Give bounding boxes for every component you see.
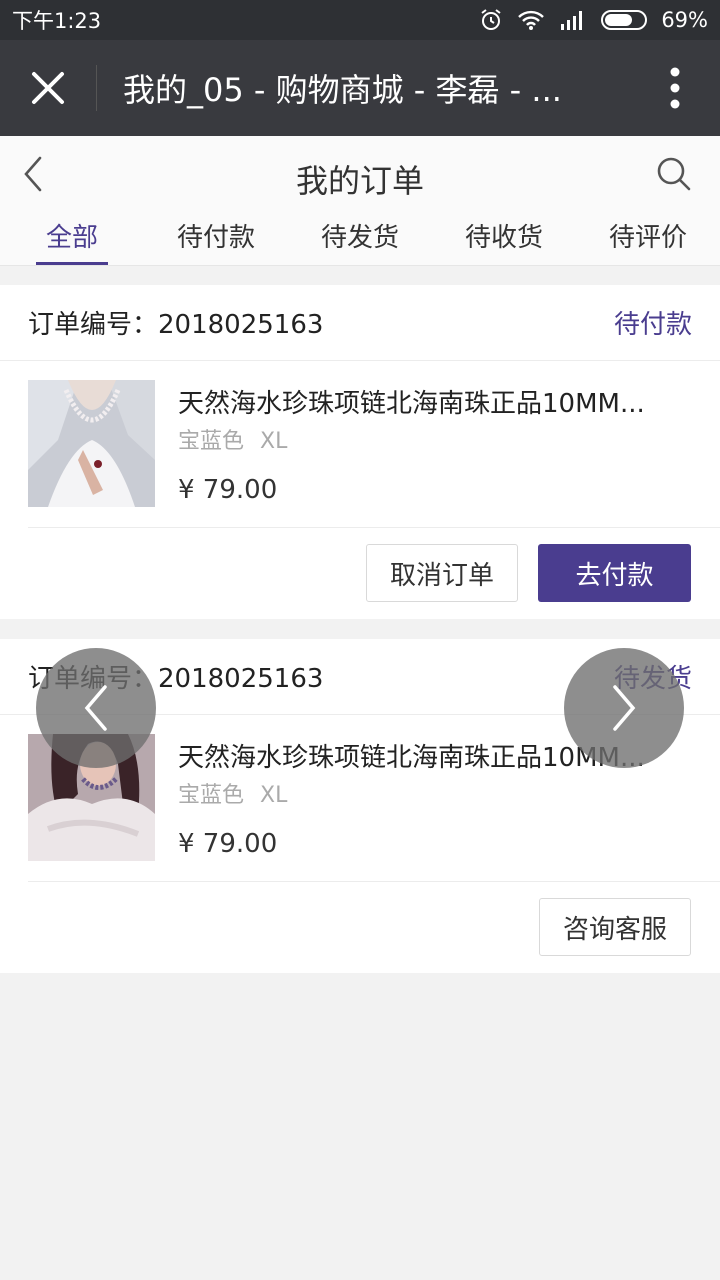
- alarm-icon: [481, 9, 501, 30]
- signal-icon: [561, 11, 583, 30]
- app-title-bar: 我的_05 - 购物商城 - 李磊 - ...: [0, 40, 720, 136]
- page-title: 我的订单: [295, 162, 424, 200]
- contact-service-button[interactable]: 咨询客服: [539, 898, 691, 956]
- chevron-right-icon: [613, 685, 636, 731]
- close-icon: [32, 72, 64, 104]
- status-bar: 下午1:23 69%: [0, 0, 720, 40]
- chevron-left-icon: [84, 685, 107, 731]
- window-title: 我的_05 - 购物商城 - 李磊 - ...: [123, 71, 562, 109]
- order-number: 订单编号：2018025163: [28, 310, 324, 340]
- product-color: 宝蓝色: [178, 783, 245, 808]
- close-button[interactable]: [0, 40, 96, 136]
- order-tabs: 全部 待付款 待发货 待收货 待评价: [0, 218, 720, 266]
- battery-percent: 69%: [661, 8, 708, 32]
- product-spec: 宝蓝色 XL: [178, 423, 287, 455]
- product-color: 宝蓝色: [178, 429, 245, 454]
- product-spec: 宝蓝色 XL: [178, 777, 287, 809]
- product-size: XL: [260, 783, 288, 808]
- order-actions: 咨询客服: [0, 882, 720, 972]
- battery-icon: [601, 10, 648, 30]
- more-button[interactable]: [630, 40, 720, 136]
- search-button[interactable]: [656, 156, 696, 196]
- cancel-order-button[interactable]: 取消订单: [366, 544, 518, 602]
- order-item[interactable]: 天然海水珍珠项链北海南珠正品10MM... 宝蓝色 XL ¥ 79.00: [28, 361, 720, 528]
- status-icons: 69%: [479, 8, 708, 32]
- tab-all[interactable]: 全部: [0, 218, 144, 265]
- tab-pending-shipment[interactable]: 待发货: [288, 218, 432, 265]
- product-price: ¥ 79.00: [178, 829, 278, 859]
- tab-pending-review[interactable]: 待评价: [576, 218, 720, 265]
- product-image: [28, 380, 155, 507]
- wifi-icon: [518, 10, 545, 30]
- more-vertical-icon: [670, 67, 680, 109]
- page-header: 我的订单: [0, 136, 720, 218]
- pay-button[interactable]: 去付款: [538, 544, 691, 602]
- previous-page-button[interactable]: [36, 648, 156, 768]
- order-card: 订单编号：2018025163 待付款 天然海水珍珠项链北海南珠正品10MM..…: [0, 285, 720, 619]
- order-header: 订单编号：2018025163 待付款: [0, 285, 720, 361]
- search-icon: [657, 157, 691, 191]
- order-actions: 取消订单 去付款: [0, 528, 720, 618]
- tab-pending-receipt[interactable]: 待收货: [432, 218, 576, 265]
- order-status: 待付款: [613, 310, 692, 340]
- product-name: 天然海水珍珠项链北海南珠正品10MM...: [178, 389, 645, 419]
- status-time: 下午1:23: [12, 9, 102, 33]
- product-size: XL: [260, 429, 288, 454]
- next-page-button[interactable]: [564, 648, 684, 768]
- product-price: ¥ 79.00: [178, 475, 278, 505]
- tab-pending-payment[interactable]: 待付款: [144, 218, 288, 265]
